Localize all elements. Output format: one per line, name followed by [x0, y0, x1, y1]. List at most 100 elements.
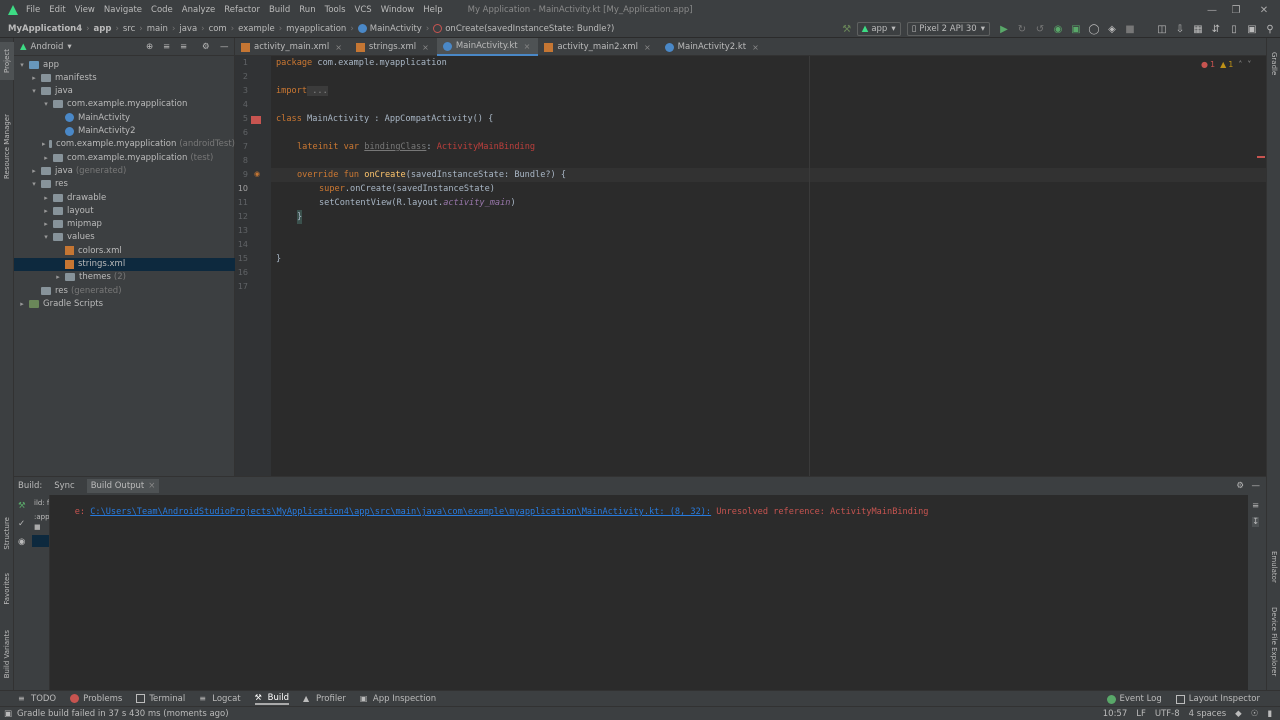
gear-icon[interactable]: ⚙ [1236, 481, 1244, 491]
tab-structure[interactable]: Structure [0, 508, 14, 558]
chevron-right-icon[interactable]: ▸ [18, 300, 26, 308]
menu-code[interactable]: Code [151, 5, 173, 15]
device-manager-icon[interactable]: ◫ [1154, 21, 1170, 37]
close-icon[interactable]: ✕ [1252, 0, 1276, 20]
tool-event-log[interactable]: Event Log [1106, 694, 1162, 704]
expand-all-icon[interactable]: ≡ [163, 42, 170, 52]
tree-item[interactable]: ▸ drawable [14, 191, 235, 204]
tool-terminal[interactable]: Terminal [136, 694, 185, 704]
tool-layout-inspector[interactable]: Layout Inspector [1175, 694, 1260, 704]
chevron-down-icon[interactable]: ▾ [18, 61, 26, 69]
tree-item[interactable]: ▸ manifests [14, 71, 235, 84]
tree-item[interactable]: ▾ app [14, 58, 235, 71]
tree-item[interactable]: ▸ java (generated) [14, 164, 235, 177]
line-separator[interactable]: LF [1136, 709, 1146, 719]
tab-emulator[interactable]: Emulator [1267, 544, 1280, 590]
tree-item[interactable]: ▸ mipmap [14, 218, 235, 231]
gear-icon[interactable]: ⚙ [202, 42, 210, 52]
tool-profiler[interactable]: ▲ Profiler [303, 694, 346, 704]
tree-item[interactable]: ▸ com.example.myapplication (test) [14, 151, 235, 164]
breadcrumb-oncreate[interactable]: onCreate(savedInstanceState: Bundle?) [445, 24, 614, 34]
hammer-icon[interactable]: ⚒ [839, 21, 855, 37]
coverage-icon[interactable]: ◈ [1104, 21, 1120, 37]
attach-debugger-icon[interactable]: ◯ [1086, 21, 1102, 37]
breadcrumb-main[interactable]: main [147, 24, 168, 34]
build-output[interactable]: e: C:\Users\Team\AndroidStudioProjects\M… [54, 497, 929, 527]
editor-tab[interactable]: strings.xml × [350, 38, 437, 56]
close-tab-icon[interactable]: × [335, 43, 342, 52]
layout-inspector-icon[interactable]: ▣ [1244, 21, 1260, 37]
tree-item[interactable]: colors.xml [14, 244, 235, 257]
pin-icon[interactable]: ✓ [18, 519, 25, 529]
tab-sync[interactable]: Sync [54, 481, 75, 491]
chevron-right-icon[interactable]: ▸ [54, 273, 62, 281]
menu-build[interactable]: Build [269, 5, 290, 15]
breadcrumb-mainactivity[interactable]: MainActivity [370, 24, 422, 34]
hide-icon[interactable]: — [1252, 481, 1261, 491]
breadcrumb-myapplication[interactable]: myapplication [286, 24, 346, 34]
close-tab-icon[interactable]: × [524, 42, 531, 51]
build-tree-selected[interactable] [32, 535, 49, 547]
collapse-all-icon[interactable]: ≡ [180, 42, 187, 52]
locate-icon[interactable]: ⊕ [146, 42, 153, 52]
breadcrumb-app[interactable]: app [94, 24, 112, 34]
run-config-selector[interactable]: ▲ app ▾ [856, 22, 901, 36]
line-number[interactable]: 11 [228, 198, 248, 207]
tab-project[interactable]: Project [0, 42, 14, 80]
chevron-right-icon[interactable]: ▸ [42, 154, 50, 162]
tab-build-variants[interactable]: Build Variants [0, 624, 14, 684]
menu-vcs[interactable]: VCS [355, 5, 372, 15]
tree-item[interactable]: ▸ com.example.myapplication (androidTest) [14, 138, 235, 151]
project-structure-icon[interactable]: ▦ [1190, 21, 1206, 37]
breadcrumb-java[interactable]: java [179, 24, 197, 34]
chevron-right-icon[interactable]: ▸ [30, 74, 38, 82]
close-icon[interactable]: × [148, 481, 155, 491]
avd-manager-icon[interactable]: ▯ [1226, 21, 1242, 37]
hammer-icon[interactable]: ⚒ [18, 501, 26, 511]
chevron-down-icon[interactable]: ▾ [30, 87, 38, 95]
line-number[interactable]: 7 [228, 142, 248, 151]
close-tab-icon[interactable]: × [752, 43, 759, 52]
chevron-right-icon[interactable]: ▸ [42, 140, 46, 148]
caret-position[interactable]: 10:57 [1103, 709, 1128, 719]
tree-item[interactable]: ▸ themes (2) [14, 271, 235, 284]
menu-file[interactable]: File [26, 5, 40, 15]
tab-device-file-explorer[interactable]: Device File Explorer [1267, 600, 1280, 684]
status-toggle-icon[interactable]: ▣ [4, 709, 12, 719]
device-selector[interactable]: ▯ Pixel 2 API 30 ▾ [906, 22, 990, 36]
chevron-down-icon[interactable]: ▾ [30, 180, 38, 188]
line-number[interactable]: 1 [228, 58, 248, 67]
run-gutter-icon[interactable] [250, 115, 262, 125]
menu-navigate[interactable]: Navigate [104, 5, 142, 15]
tree-item[interactable]: res (generated) [14, 284, 235, 297]
line-number[interactable]: 12 [228, 212, 248, 221]
search-icon[interactable]: ⚲ [1262, 21, 1278, 37]
tab-favorites[interactable]: Favorites [0, 566, 14, 612]
override-gutter-icon[interactable]: ◉ [254, 170, 260, 178]
error-stripe-marker[interactable] [1257, 156, 1265, 158]
line-number[interactable]: 15 [228, 254, 248, 263]
sync-gradle-icon[interactable]: ⇵ [1208, 21, 1224, 37]
tree-item[interactable]: ▾ res [14, 178, 235, 191]
tab-build-output[interactable]: Build Output × [86, 479, 160, 493]
folded-imports[interactable]: ... [307, 86, 328, 96]
tool-build[interactable]: ⚒ Build [254, 693, 289, 705]
chevron-right-icon[interactable]: ▸ [42, 220, 50, 228]
tree-item[interactable]: MainActivity [14, 111, 235, 124]
menu-analyze[interactable]: Analyze [182, 5, 216, 15]
chevron-up-icon[interactable]: ˄ [1238, 60, 1242, 69]
tab-resource-manager[interactable]: Resource Manager [0, 92, 14, 202]
tree-item[interactable]: ▾ values [14, 231, 235, 244]
minimize-icon[interactable]: — [1200, 0, 1224, 20]
menu-refactor[interactable]: Refactor [224, 5, 260, 15]
tool-todo[interactable]: ≡ TODO [18, 694, 56, 704]
sdk-manager-icon[interactable]: ⇩ [1172, 21, 1188, 37]
chevron-down-icon[interactable]: ▾ [42, 100, 50, 108]
line-number[interactable]: 3 [228, 86, 248, 95]
soft-wrap-icon[interactable]: ≡ [1252, 501, 1259, 511]
chevron-down-icon[interactable]: ▾ [67, 42, 71, 52]
debug-icon[interactable]: ◉ [1050, 21, 1066, 37]
scroll-to-end-icon[interactable]: ↧ [1252, 517, 1260, 527]
line-number[interactable]: 2 [228, 72, 248, 81]
line-number[interactable]: 5 [228, 114, 248, 123]
